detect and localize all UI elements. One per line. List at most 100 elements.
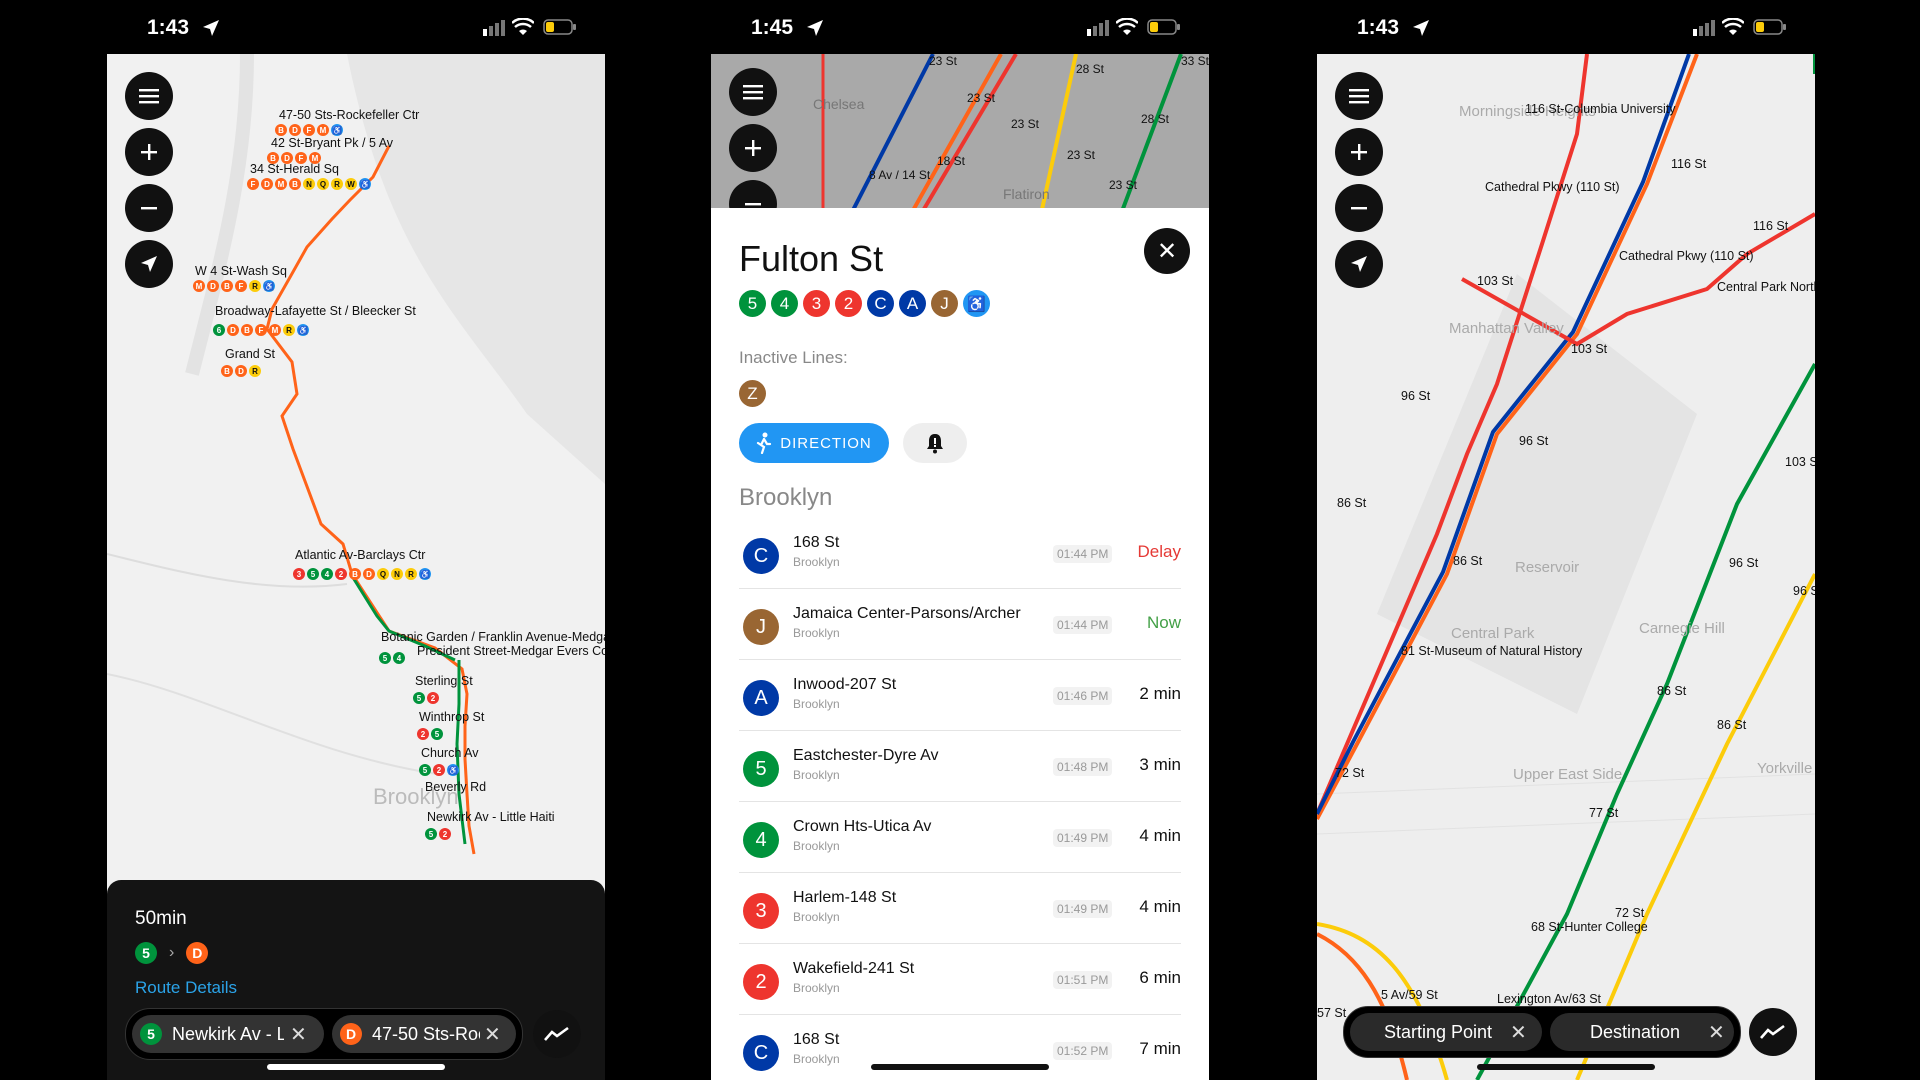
arrival-destination: Jamaica Center-Parsons/Archer: [793, 605, 1021, 622]
arrival-row[interactable]: J Jamaica Center-Parsons/Archer Brooklyn…: [739, 589, 1181, 660]
station-label[interactable]: 72 St: [1615, 906, 1644, 920]
close-icon[interactable]: ✕: [290, 1022, 307, 1047]
station-lines: 52: [413, 692, 439, 704]
map-screen[interactable]: 47-50 Sts-Rockefeller Ctr B D F M ♿ 42 St-Br…: [107, 54, 605, 1080]
zoom-in-button[interactable]: [729, 124, 777, 172]
station-label[interactable]: 116 St-Columbia University: [1525, 102, 1676, 116]
station-label[interactable]: Church Av: [421, 746, 478, 760]
line-bullet-3[interactable]: 3: [803, 290, 830, 317]
line-bullet-Q: Q: [317, 178, 329, 190]
line-bullet-5: 5: [413, 692, 425, 704]
line-bullet-C: C: [743, 1035, 779, 1071]
arrival-row[interactable]: C 168 St Brooklyn 01:44 PM Delay: [739, 518, 1181, 589]
station-label[interactable]: 103 St: [1477, 274, 1513, 288]
close-icon[interactable]: ✕: [1510, 1020, 1527, 1045]
station-label[interactable]: 81 St-Museum of Natural History: [1401, 644, 1582, 658]
arrival-status: Delay: [1137, 542, 1181, 561]
zoom-out-button[interactable]: [1335, 184, 1383, 232]
station-label[interactable]: 96 St: [1519, 434, 1548, 448]
station-label[interactable]: 47-50 Sts-Rockefeller Ctr: [279, 108, 419, 122]
arrival-status: 7 min: [1139, 1039, 1181, 1058]
route-graph-button[interactable]: [1749, 1008, 1797, 1056]
station-label[interactable]: 42 St-Bryant Pk / 5 Av: [271, 136, 393, 150]
map-area-label: Yorkville: [1757, 760, 1813, 777]
station-label[interactable]: 77 St: [1589, 806, 1618, 820]
trend-line-icon: [544, 1026, 569, 1041]
station-label[interactable]: Winthrop St: [419, 710, 484, 724]
station-label[interactable]: W 4 St-Wash Sq: [195, 264, 287, 278]
line-bullet-C[interactable]: C: [867, 290, 894, 317]
line-bullet-4: 4: [743, 822, 779, 858]
station-sheet: Fulton St ✕ 5 4 3 2 C A J ♿ Inactive Lin…: [711, 208, 1209, 1080]
route-lines: 5 › D: [135, 942, 209, 964]
station-label[interactable]: 86 St: [1337, 496, 1366, 510]
station-label[interactable]: 103 St: [1571, 342, 1607, 356]
close-icon[interactable]: ✕: [484, 1022, 501, 1047]
station-label[interactable]: 86 St: [1453, 554, 1482, 568]
station-label[interactable]: Cathedral Pkwy (110 St): [1619, 249, 1754, 263]
close-icon[interactable]: ✕: [1708, 1020, 1725, 1045]
menu-button[interactable]: [729, 68, 777, 116]
arrival-row[interactable]: 3 Harlem-148 St Brooklyn 01:49 PM 4 min: [739, 873, 1181, 944]
station-lines: M D B F R ♿: [193, 280, 275, 292]
station-label[interactable]: 86 St: [1717, 718, 1746, 732]
arrival-row[interactable]: 5 Eastchester-Dyre Av Brooklyn 01:48 PM …: [739, 731, 1181, 802]
station-label[interactable]: Grand St: [225, 347, 275, 361]
line-bullet-Z[interactable]: Z: [739, 380, 766, 407]
locate-button[interactable]: [1335, 240, 1383, 288]
station-label[interactable]: Broadway-Lafayette St / Bleecker St: [215, 304, 416, 318]
station-label[interactable]: 96 St: [1729, 556, 1758, 570]
line-bullet-J[interactable]: J: [931, 290, 958, 317]
route-graph-button[interactable]: [533, 1010, 581, 1058]
menu-button[interactable]: [1335, 72, 1383, 120]
menu-button[interactable]: [125, 72, 173, 120]
station-label[interactable]: President Street-Medgar Evers College: [417, 644, 605, 658]
station-label[interactable]: 34 St-Herald Sq: [250, 162, 339, 176]
line-bullet-B: B: [221, 365, 233, 377]
close-button[interactable]: ✕: [1144, 228, 1190, 274]
station-label[interactable]: 96 St: [1401, 389, 1430, 403]
arrival-row[interactable]: 4 Crown Hts-Utica Av Brooklyn 01:49 PM 4…: [739, 802, 1181, 873]
arrival-row[interactable]: 2 Wakefield-241 St Brooklyn 01:51 PM 6 m…: [739, 944, 1181, 1015]
station-label[interactable]: 96 St: [1793, 584, 1815, 598]
map-station-label: 23 St: [1011, 117, 1040, 131]
line-bullet-3: 3: [293, 568, 305, 580]
station-label[interactable]: 68 St-Hunter College: [1531, 920, 1648, 934]
station-label[interactable]: 103 St: [1785, 455, 1815, 469]
arrival-destination: Inwood-207 St: [793, 676, 897, 693]
station-label[interactable]: 86 St: [1657, 684, 1686, 698]
station-label[interactable]: Lexington Av/63 St: [1497, 992, 1601, 1006]
station-label[interactable]: 72 St: [1335, 766, 1364, 780]
station-label[interactable]: 5 Av/59 St: [1381, 988, 1438, 1002]
alert-button[interactable]: [903, 423, 967, 463]
arrival-row[interactable]: A Inwood-207 St Brooklyn 01:46 PM 2 min: [739, 660, 1181, 731]
station-label[interactable]: 116 St: [1753, 219, 1788, 233]
station-label[interactable]: Botanic Garden / Franklin Avenue-Medgar …: [381, 630, 605, 644]
zoom-in-button[interactable]: [1335, 128, 1383, 176]
starting-point-pill[interactable]: Starting Point ✕: [1350, 1013, 1542, 1051]
start-pill[interactable]: 5 Newkirk Av - Little Haiti ✕: [132, 1015, 324, 1053]
zoom-out-button[interactable]: [125, 184, 173, 232]
station-label[interactable]: Cathedral Pkwy (110 St): [1485, 180, 1620, 194]
locate-button[interactable]: [125, 240, 173, 288]
line-bullet-5[interactable]: 5: [739, 290, 766, 317]
station-label[interactable]: 116 St: [1671, 157, 1706, 171]
arrival-row[interactable]: C 168 St Brooklyn 01:52 PM 7 min: [739, 1015, 1181, 1080]
station-lines: 5 2 ♿: [419, 764, 459, 776]
station-label[interactable]: Atlantic Av-Barclays Ctr: [295, 548, 425, 562]
arrival-time: 01:44 PM: [1053, 616, 1113, 634]
destination-pill[interactable]: Destination ✕: [1550, 1013, 1734, 1051]
line-bullet-4[interactable]: 4: [771, 290, 798, 317]
plus-icon: [141, 144, 157, 160]
end-pill[interactable]: D 47-50 Sts-Rockefeller Ctr ✕: [332, 1015, 516, 1053]
direction-button[interactable]: DIRECTION: [739, 423, 889, 463]
station-label[interactable]: Central Park North (110 St): [1717, 280, 1815, 294]
zoom-in-button[interactable]: [125, 128, 173, 176]
line-bullet-2[interactable]: 2: [835, 290, 862, 317]
map-screen[interactable]: Morningside Heights Manhattan Valley Res…: [1317, 54, 1815, 1080]
station-label[interactable]: Sterling St: [415, 674, 473, 688]
line-bullet-A[interactable]: A: [899, 290, 926, 317]
station-label[interactable]: Newkirk Av - Little Haiti: [427, 810, 555, 824]
route-details-link[interactable]: Route Details: [135, 978, 237, 998]
station-label[interactable]: 57 St: [1317, 1006, 1346, 1020]
